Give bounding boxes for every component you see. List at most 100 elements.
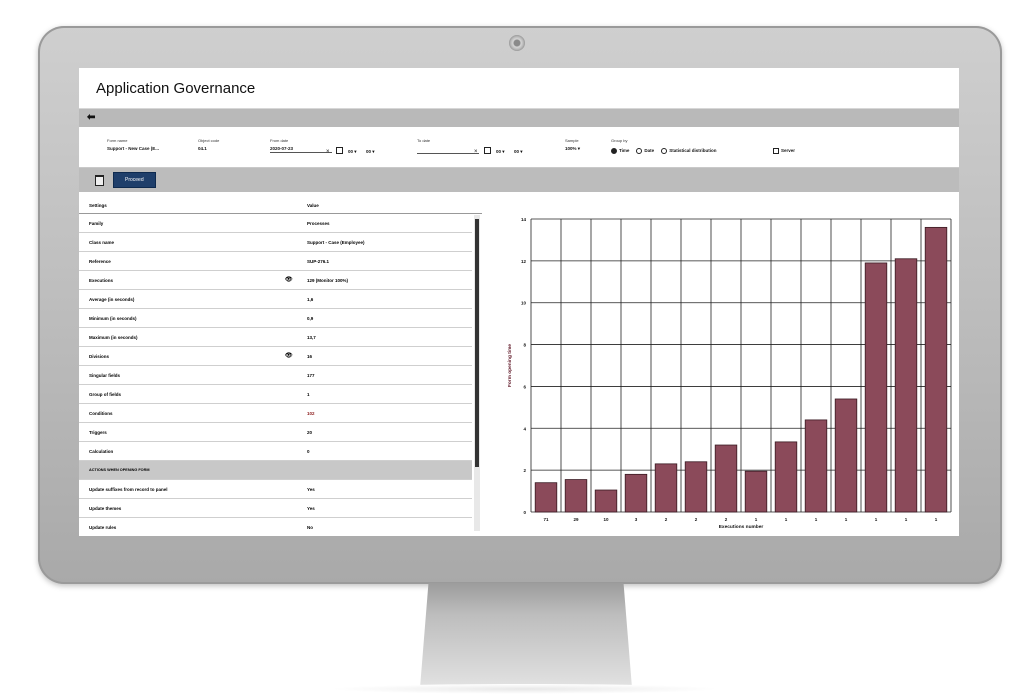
- to-date-clear-icon[interactable]: ×: [474, 149, 478, 155]
- eye-icon[interactable]: 👁: [285, 352, 293, 359]
- server-label: Server: [781, 148, 796, 154]
- radio-selected-icon[interactable]: [611, 148, 617, 154]
- app-header: Application Governance: [79, 68, 959, 109]
- radio-icon[interactable]: [636, 148, 643, 154]
- chart-bar: [804, 419, 828, 513]
- y-tick-label: 12: [521, 259, 527, 264]
- from-date-clear-icon[interactable]: ×: [326, 149, 330, 155]
- row-setting: Family: [89, 221, 104, 226]
- row-value: Yes: [307, 487, 315, 492]
- object-code-value[interactable]: 04.1: [198, 146, 219, 151]
- to-hour-select[interactable]: 00 ▾: [496, 149, 505, 155]
- x-tick-label: 1: [755, 517, 758, 522]
- filter-bar: Form name Support - New Case (E... Objec…: [79, 127, 959, 168]
- object-code-field[interactable]: Object code 04.1: [198, 138, 219, 151]
- row-value: SUP-276.1: [307, 259, 330, 264]
- checkbox-icon[interactable]: [773, 148, 779, 154]
- row-setting: Minimum (in seconds): [89, 316, 137, 321]
- form-name-label: Form name: [107, 138, 128, 143]
- chart-bar: [894, 258, 918, 513]
- x-tick-label: 1: [785, 517, 788, 522]
- table-row: Maximum (in seconds) 13,7: [79, 328, 472, 347]
- row-setting: Average (in seconds): [89, 297, 135, 302]
- to-date-field[interactable]: To date: [417, 138, 479, 154]
- chart-bar: [624, 473, 648, 513]
- x-tick-label: 1: [815, 517, 818, 522]
- scrollbar-thumb[interactable]: [475, 219, 479, 467]
- proceed-button[interactable]: Proceed: [113, 172, 156, 188]
- row-setting: Update themes: [89, 506, 122, 511]
- table-row: Calculation 0: [79, 442, 472, 461]
- x-tick-label: 10: [603, 517, 609, 522]
- row-value: No: [307, 525, 313, 530]
- y-tick-label: 2: [523, 468, 526, 473]
- row-value: 177: [307, 373, 315, 378]
- table-row: Group of fields 1: [79, 385, 472, 404]
- y-tick-label: 0: [523, 510, 526, 515]
- table-row: Divisions 👁 16: [79, 347, 472, 366]
- radio-icon[interactable]: [661, 148, 668, 154]
- row-value: 0: [307, 449, 310, 454]
- table-row: Update themes Yes: [79, 499, 472, 518]
- webcam-icon: [509, 35, 525, 51]
- group-by-date-label: Date: [644, 148, 655, 154]
- eye-icon[interactable]: 👁: [285, 276, 293, 283]
- sample-field[interactable]: Sample 100% ▾: [565, 138, 580, 152]
- group-by-time-option[interactable]: Time: [611, 148, 629, 154]
- value-column-header: Value: [307, 203, 319, 208]
- row-setting: Singular fields: [89, 373, 121, 378]
- x-tick-label: 2: [725, 517, 728, 522]
- row-setting: Triggers: [89, 430, 107, 435]
- table-row: Reference SUP-276.1: [79, 252, 472, 271]
- group-by-date-option[interactable]: Date: [636, 148, 654, 154]
- table-row: Triggers 20: [79, 423, 472, 442]
- trash-icon[interactable]: [95, 174, 104, 186]
- sample-select[interactable]: 100% ▾: [565, 146, 580, 152]
- form-name-field[interactable]: Form name Support - New Case (E...: [107, 138, 159, 151]
- chart-bar: [534, 482, 558, 513]
- y-tick-label: 8: [523, 343, 526, 348]
- row-setting: Maximum (in seconds): [89, 335, 138, 340]
- row-setting: Class name: [89, 240, 115, 245]
- table-row: Update suffixes from record to panel Yes: [79, 480, 472, 499]
- group-by-options: Time Date Statistical distribution: [611, 148, 716, 154]
- server-checkbox[interactable]: Server: [773, 148, 795, 154]
- from-date-field[interactable]: From date 2020-07-23: [270, 138, 332, 153]
- group-by-time-label: Time: [619, 148, 630, 154]
- to-minute-select[interactable]: 00 ▾: [514, 149, 523, 155]
- arrow-left-icon[interactable]: ⬅: [87, 113, 95, 123]
- to-date-label: To date: [417, 138, 431, 143]
- x-tick-label: 71: [543, 517, 549, 522]
- chart-bar: [834, 398, 858, 513]
- x-tick-label: 2: [695, 517, 698, 522]
- table-row: Singular fields 177: [79, 366, 472, 385]
- x-tick-label: 1: [905, 517, 908, 522]
- from-minute-select[interactable]: 00 ▾: [366, 149, 375, 155]
- row-value: Support - Case (Employee): [307, 240, 365, 245]
- to-date-input[interactable]: [417, 146, 479, 154]
- settings-column-header: Settings: [89, 203, 107, 208]
- group-by-distribution-option[interactable]: Statistical distribution: [661, 148, 716, 154]
- group-by-label: Group by: [611, 138, 628, 143]
- form-name-value[interactable]: Support - New Case (E...: [107, 146, 159, 151]
- calendar-icon[interactable]: [484, 147, 491, 154]
- chart-bar: [774, 441, 798, 513]
- table-scrollbar[interactable]: [474, 215, 480, 531]
- from-date-label: From date: [270, 138, 289, 143]
- nav-bar: ⬅: [79, 109, 959, 127]
- x-axis-label: Executions number: [719, 524, 764, 530]
- from-hour-select[interactable]: 00 ▾: [348, 149, 357, 155]
- y-tick-label: 10: [521, 301, 527, 306]
- table-row: Family Processes: [79, 214, 472, 233]
- x-tick-label: 29: [573, 517, 579, 522]
- from-date-input[interactable]: 2020-07-23: [270, 146, 332, 153]
- y-tick-label: 6: [523, 384, 526, 389]
- row-value: 0,9: [307, 316, 314, 321]
- content-area: Settings Value Family Processes Class name…: [79, 197, 959, 536]
- table-header: Settings Value: [79, 197, 482, 214]
- row-value: 129 (Monitor 100%): [307, 278, 349, 283]
- calendar-icon[interactable]: [336, 147, 343, 154]
- bar-chart: 0 2 4 6 8 10 12 14 71 29 10 3 2 2 2 1 1 1 1 1 1 1 Executions n…: [507, 217, 952, 530]
- chart-bar: [744, 470, 768, 513]
- row-setting: Conditions: [89, 411, 113, 416]
